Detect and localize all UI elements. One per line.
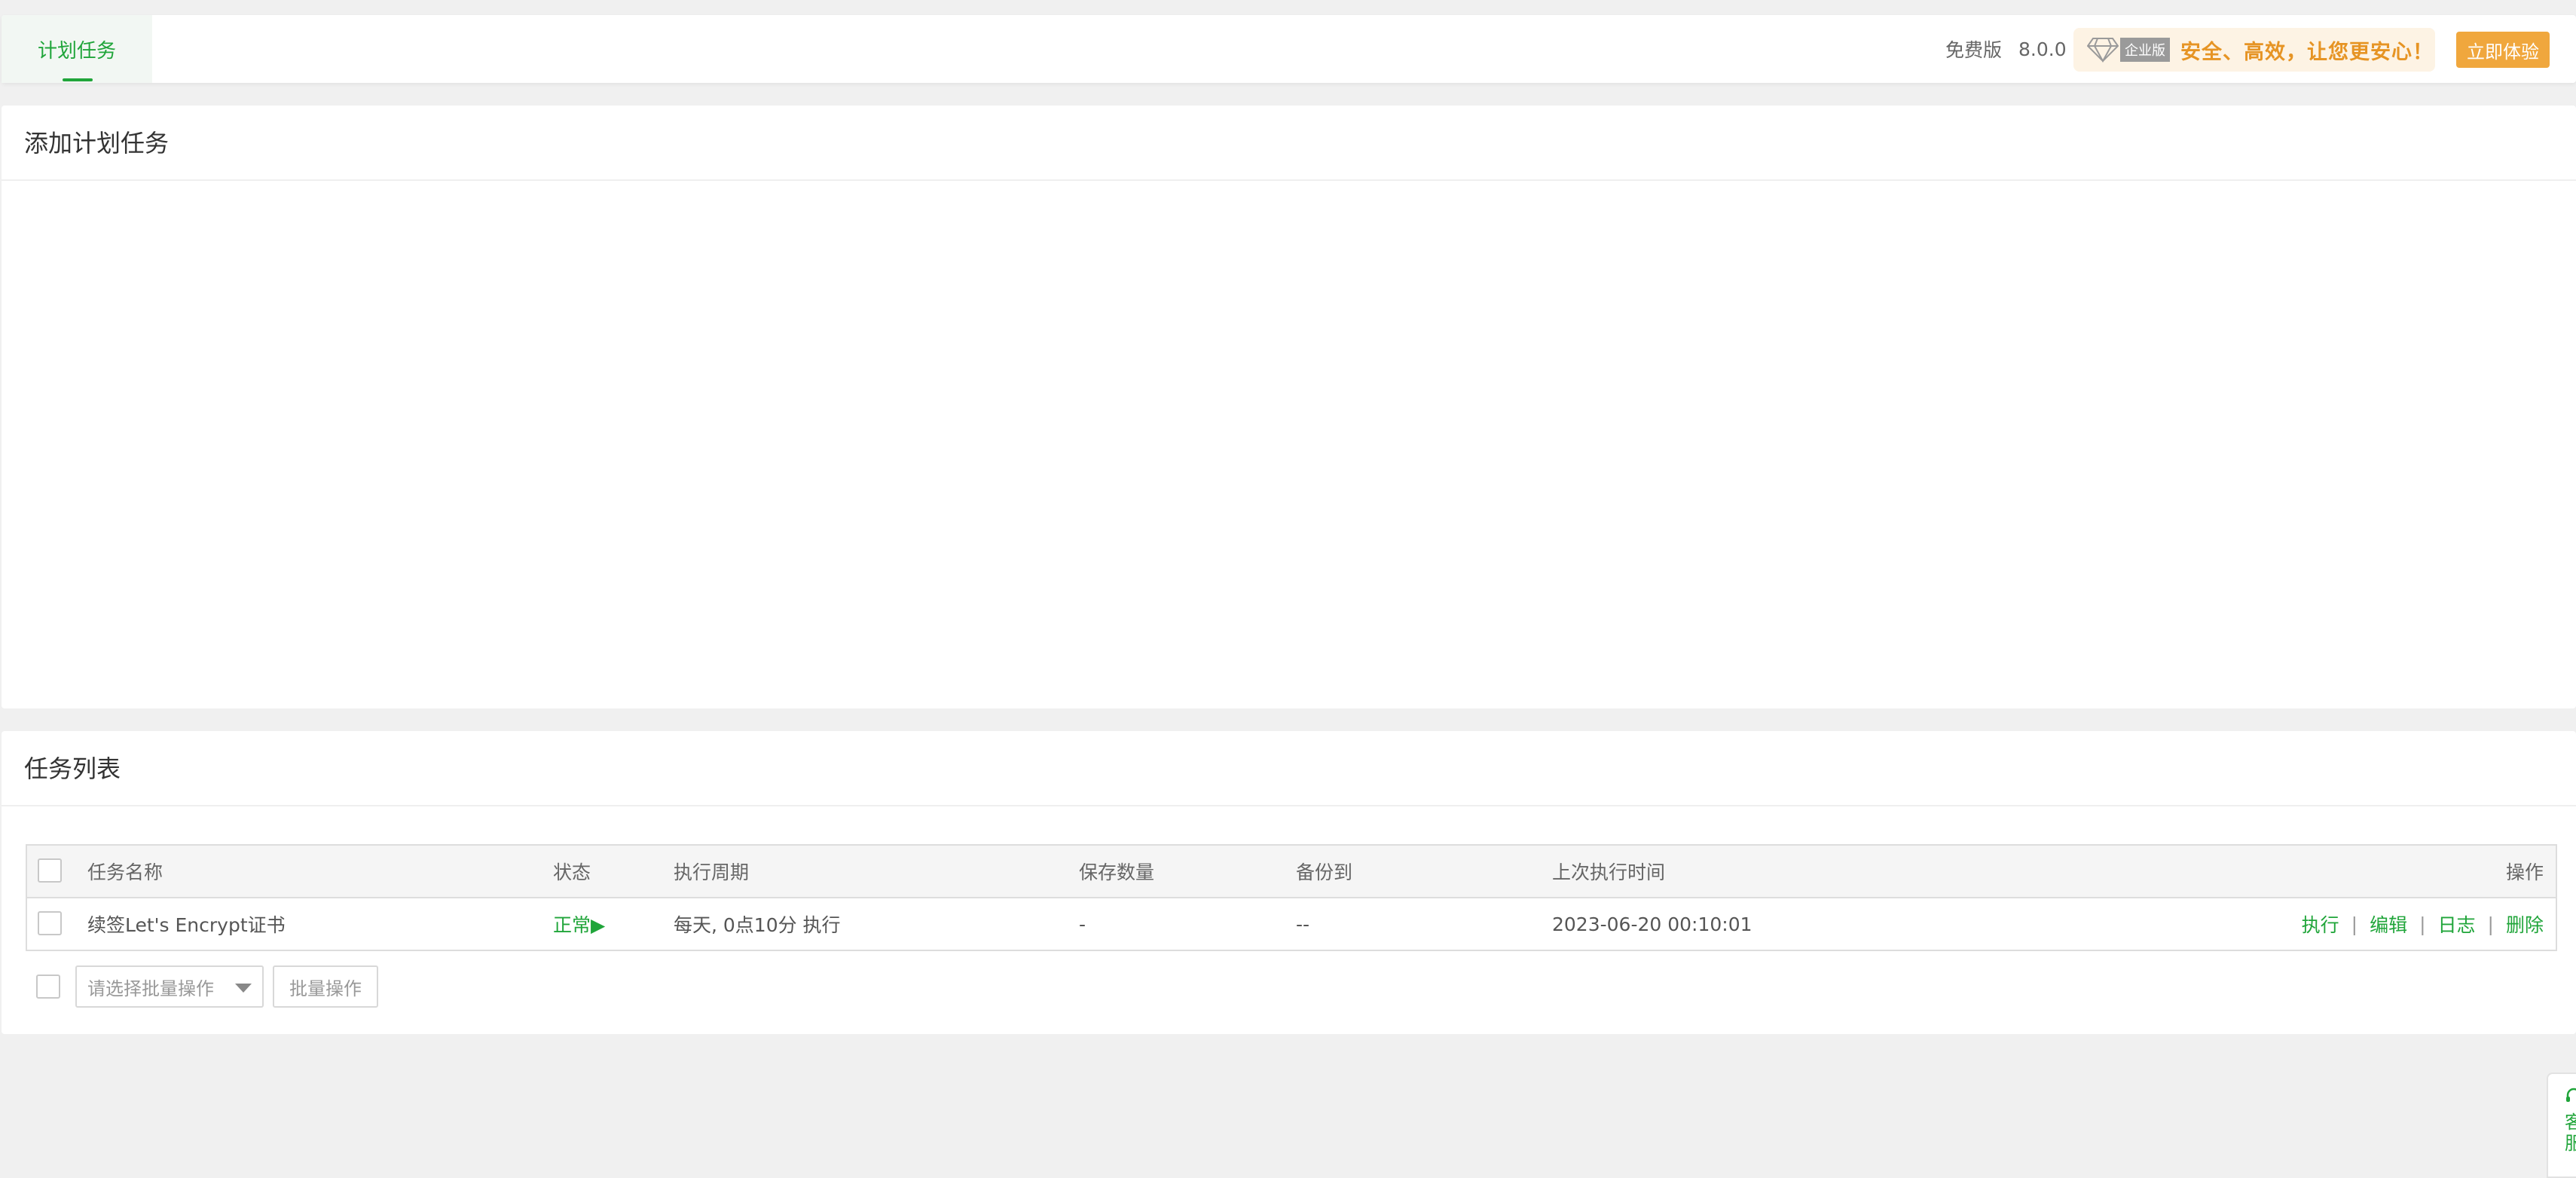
col-keep-count: 保存数量 <box>1079 861 1155 883</box>
task-backup-to: -- <box>1296 913 1310 935</box>
try-now-button[interactable]: 立即体验 <box>2456 32 2550 68</box>
task-cycle: 每天, 0点10分 执行 <box>674 914 841 936</box>
top-bar: 计划任务 免费版 8.0.0 企业版 安全、高效，让您更安心！ 立即体验 <box>2 15 2576 83</box>
col-task-name: 任务名称 <box>87 861 163 883</box>
batch-action-button[interactable]: 批量操作 <box>273 965 378 1008</box>
task-log-link[interactable]: 日志 <box>2438 910 2476 938</box>
delete-task-link[interactable]: 删除 <box>2506 910 2544 938</box>
enterprise-badge: 企业版 <box>2120 38 2170 62</box>
batch-action-placeholder: 请选择批量操作 <box>87 978 214 999</box>
select-all-checkbox[interactable] <box>38 858 62 883</box>
row-actions: 执行 | 编辑 | 日志 | 删除 <box>2302 898 2544 950</box>
add-task-panel: 添加计划任务 <box>2 106 2576 708</box>
task-name: 续签Let's Encrypt证书 <box>87 914 286 936</box>
diamond-icon <box>2087 38 2119 63</box>
task-last-run: 2023-06-20 00:10:01 <box>1552 913 1752 935</box>
customer-service-icon <box>2566 1088 2576 1102</box>
batch-action-select[interactable]: 请选择批量操作 <box>75 965 264 1008</box>
enterprise-promo-banner[interactable]: 企业版 安全、高效，让您更安心！ <box>2073 28 2435 72</box>
run-task-link[interactable]: 执行 <box>2302 910 2339 938</box>
col-status: 状态 <box>553 861 591 883</box>
col-cycle: 执行周期 <box>674 861 750 883</box>
version-label: 8.0.0 <box>2018 38 2067 60</box>
action-separator: | <box>2419 913 2426 935</box>
table-header: 任务名称 状态 执行周期 保存数量 备份到 上次执行时间 操作 <box>27 846 2556 898</box>
table-row: 续签Let's Encrypt证书 正常▶ 每天, 0点10分 执行 - -- … <box>27 898 2556 950</box>
col-last-run: 上次执行时间 <box>1552 861 1666 883</box>
task-status-toggle[interactable]: 正常▶ <box>553 898 605 950</box>
task-keep-count: - <box>1079 913 1086 935</box>
task-list-title: 任务列表 <box>2 731 2576 806</box>
active-tab-indicator <box>63 78 93 81</box>
promo-slogan: 安全、高效，让您更安心！ <box>2180 40 2434 64</box>
customer-service-widget[interactable]: 客服 <box>2547 1072 2576 1178</box>
task-list-panel: 任务列表 任务名称 状态 执行周期 保存数量 备份到 上次执行时间 操作 续签L… <box>2 731 2576 1034</box>
chevron-down-icon <box>235 984 252 993</box>
batch-select-checkbox[interactable] <box>36 975 60 999</box>
action-separator: | <box>2351 913 2358 935</box>
edition-label: 免费版 <box>1945 39 2003 61</box>
col-backup-to: 备份到 <box>1296 861 1353 883</box>
customer-service-label: 客服 <box>2565 1112 2576 1154</box>
task-table: 任务名称 状态 执行周期 保存数量 备份到 上次执行时间 操作 续签Let's … <box>26 844 2557 951</box>
col-actions: 操作 <box>2505 861 2544 883</box>
add-task-title: 添加计划任务 <box>2 106 2576 181</box>
action-separator: | <box>2487 913 2494 935</box>
edit-task-link[interactable]: 编辑 <box>2370 910 2407 938</box>
tab-cron-tasks[interactable]: 计划任务 <box>2 15 152 83</box>
row-checkbox[interactable] <box>38 911 62 935</box>
